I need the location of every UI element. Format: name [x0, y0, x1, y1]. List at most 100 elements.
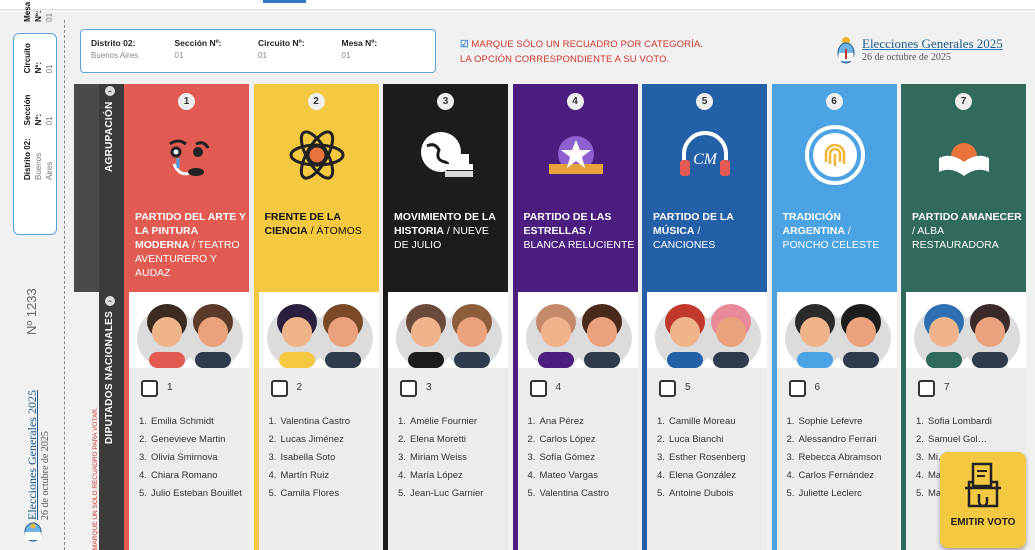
party-name: PARTIDO AMANECER / ALBA RESTAURADORA [912, 210, 1024, 252]
vote-checkbox[interactable] [141, 380, 158, 397]
candidate-name: Amélie Fournier [410, 416, 478, 427]
list-item: 2. Genevieve Martin [139, 434, 226, 445]
candidate-name: Rebecca Abramson [798, 452, 882, 463]
atom-icon [289, 130, 344, 180]
candidate-names: 1. Valentina Castro 2. Lucas Jiménez 3. Isabe… [269, 415, 377, 505]
field-label: Distrito 02: [91, 38, 136, 48]
candidate-name: Mateo Vargas [539, 470, 598, 481]
candidate-list-1: 1 1. Emilia Schmidt 2. Genevieve Martin 3. Oli… [124, 292, 249, 550]
header-field: Sección Nº: 01 [175, 38, 259, 64]
list-item: 1. Emilia Schmidt [139, 416, 214, 427]
party-number: 7 [955, 93, 972, 110]
party-name-rest: / ÁTOMOS [307, 225, 362, 237]
checkbox-number: 1 [167, 382, 173, 393]
list-item: 5. Julio Esteban Bouillet [139, 488, 242, 499]
candidate-names: 1. Emilia Schmidt 2. Genevieve Martin 3. Oliv… [139, 415, 247, 505]
field-label: Circuito Nº: [258, 38, 305, 48]
candidate-name: Carlos López [539, 434, 596, 445]
party-name-bold: PARTIDO AMANECER [912, 211, 1022, 223]
party-column-7: 7 PARTIDO AMANECER / ALBA RESTAURADORA [901, 84, 1026, 292]
header-field: Distrito 02: Buenos Aires [91, 38, 175, 64]
vote-checkbox[interactable] [270, 380, 288, 397]
list-item: 1. Ana Pérez [527, 416, 584, 427]
list-item: 3. Rebecca Abramson [786, 452, 882, 463]
party-column-2: 2 FRENTE DE LA CIENCIA / ÁTOMOS [253, 84, 379, 292]
arrow-right-icon: › [104, 295, 115, 306]
candidate-names: 1. Ana Pérez 2. Carlos López 3. Sofía Gómez 4.… [528, 415, 636, 505]
vote-checkbox[interactable] [400, 380, 417, 397]
candidate-name: Chiara Romano [151, 470, 218, 481]
diputados-row-label: DIPUTADOS NACIONALES › [74, 292, 124, 550]
checkbox-number: 2 [296, 382, 303, 393]
candidate-name: Martín Ruiz [280, 470, 330, 481]
list-item: 3. Olivia Smirnova [139, 452, 218, 463]
field-value: Buenos Aires [91, 51, 139, 60]
list-item: 1. Sophie Lefevre [786, 416, 863, 427]
svg-text:CM: CM [693, 151, 719, 168]
candidate-name: Jean-Luc Garnier [410, 488, 484, 499]
list-item: 2. Samuel Gol… [916, 434, 988, 445]
checkbox-number: 6 [814, 382, 821, 393]
candidates-photo [517, 292, 638, 368]
candidate-name: Antoine Dubois [669, 488, 734, 499]
emit-vote-button[interactable]: EMITIR VOTO [940, 452, 1026, 548]
brand-title: Elecciones Generales 2025 [862, 36, 1003, 51]
argentina-shield-icon [24, 522, 42, 542]
notice-line-1: MARQUE SÓLO UN RECUADRO POR CATEGORÍA. [471, 39, 704, 50]
globe-books-icon [421, 132, 473, 177]
vote-checkbox[interactable] [918, 380, 935, 397]
candidates-photo [258, 292, 379, 368]
candidate-names: 1. Amélie Fournier 2. Elena Moretti 3. Miriam… [398, 415, 506, 505]
headphones-icon: CM [680, 131, 730, 176]
list-item: 1. Valentina Castro [268, 416, 351, 427]
ballot-box-icon [965, 462, 1001, 508]
candidate-name: Sofía Gómez [539, 452, 595, 463]
ballot-number: Nº 1233 [24, 288, 39, 335]
field-label: Mesa Nº: [341, 38, 378, 48]
art-face-icon [169, 139, 210, 176]
candidate-name: Sofia Lombardi [928, 416, 992, 427]
candidate-name: Isabella Soto [280, 452, 336, 463]
party-number: 1 [178, 93, 195, 110]
list-item: 4. Carlos Fernández [786, 470, 875, 481]
list-item: 2. Luca Bianchi [657, 434, 724, 445]
field-value: 01 [174, 51, 184, 60]
list-item: 2. Carlos López [527, 434, 596, 445]
mesa-info-box: Distrito 02: Buenos Aires Sección Nº: 01 C… [80, 29, 436, 73]
vote-checkbox[interactable] [788, 380, 806, 397]
candidate-names: 1. Camille Moreau 2. Luca Bianchi 3. Esther R… [657, 415, 765, 505]
list-item: 5. Antoine Dubois [657, 488, 734, 499]
list-item: 4. María López [398, 470, 463, 481]
stub-fields: Distrito 02: Buenos Aires Sección Nº: 01 C… [22, 0, 54, 180]
checkbox-icon: ☑ [460, 39, 469, 50]
list-item: 2. Lucas Jiménez [268, 434, 344, 445]
diputados-label: DIPUTADOS NACIONALES [104, 310, 115, 444]
candidate-name: Camille Moreau [669, 416, 736, 427]
candidate-name: María López [410, 470, 463, 481]
election-brand: Elecciones Generales 2025 26 de octubre … [836, 36, 1003, 64]
list-item: 1. Camille Moreau [657, 416, 736, 427]
vote-checkbox[interactable] [529, 380, 547, 397]
candidates-photo [647, 292, 767, 368]
candidate-name: Luca Bianchi [669, 434, 724, 445]
field-label: Sección Nº: [174, 38, 222, 48]
list-item: 2. Alessandro Ferrari [786, 434, 877, 445]
checkbox-number: 5 [685, 382, 691, 393]
stub-mesa-value: 01 [45, 12, 54, 22]
party-column-1: 1 PARTIDO DEL ARTE Y LA PINTURA MODERNA /… [124, 84, 249, 292]
stub-seccion-label: Sección Nº: [23, 94, 43, 126]
candidate-list-4: 4 1. Ana Pérez 2. Carlos López 3. Sofía Gómez 4… [512, 292, 638, 550]
header-field: Circuito Nº: 01 [258, 38, 342, 64]
vote-checkbox[interactable] [659, 380, 676, 397]
party-name: MOVIMIENTO DE LA HISTORIA / NUEVE DE JUL… [394, 210, 506, 252]
stub-date: 26 de octubre de 2025 [40, 431, 51, 520]
candidate-list-6: 6 1. Sophie Lefevre 2. Alessandro Ferrari 3. R… [771, 292, 897, 550]
candidate-name: Juliette Leclerc [798, 488, 862, 499]
candidate-name: Samuel Gol… [928, 434, 988, 445]
party-number: 4 [566, 93, 584, 110]
header-field: Mesa Nº: 01 [342, 38, 426, 64]
candidate-name: Lucas Jiménez [280, 434, 344, 445]
list-item: 4. Chiara Romano [139, 470, 218, 481]
stub-title-text: Elecciones Generales 2025 [25, 390, 39, 520]
list-item: 3. Miriam Weiss [398, 452, 467, 463]
